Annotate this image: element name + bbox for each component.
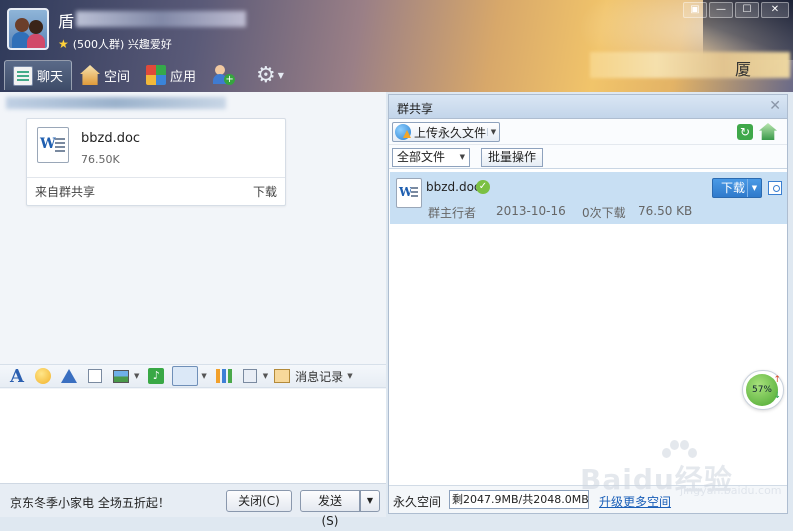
banner-text: 厦 <box>735 60 752 79</box>
maximize-button[interactable]: ☐ <box>735 2 759 18</box>
group-avatar[interactable] <box>7 8 49 50</box>
send-button[interactable]: 发送(S) <box>300 490 360 528</box>
message-input[interactable] <box>0 389 386 483</box>
home-icon <box>80 65 101 85</box>
panel-header: 群共享 ✕ <box>389 95 787 119</box>
chevron-down-icon: ▼ <box>459 153 465 161</box>
download-button[interactable]: 下载 ▼ <box>712 178 762 198</box>
ad-text[interactable]: 京东冬季小家电 全场五折起！ <box>10 494 170 511</box>
upload-permanent-button[interactable]: 上传永久文件 ▼ <box>392 122 500 142</box>
file-date: 2013-10-16 <box>496 204 566 218</box>
chevron-down-icon[interactable]: ▼ <box>134 372 139 380</box>
network-speed-widget[interactable]: 57% ↑ ↓ <box>742 370 784 410</box>
arrow-up-icon: ↑ <box>773 375 781 385</box>
tab-chat[interactable]: 聊天 <box>4 60 73 90</box>
preview-icon[interactable] <box>768 181 782 195</box>
send-options-button[interactable]: ▼ <box>360 490 380 512</box>
chat-icon <box>13 65 33 86</box>
star-icon: ★ <box>58 37 69 51</box>
music-button[interactable]: ♪ <box>145 366 167 386</box>
batch-operation-button[interactable]: 批量操作 <box>481 148 543 167</box>
download-link[interactable]: 下载 <box>253 183 277 200</box>
vote-button[interactable] <box>213 366 235 386</box>
image-icon <box>113 369 129 383</box>
chevron-down-icon[interactable]: ▼ <box>747 179 761 197</box>
message-sender-blur <box>6 97 226 109</box>
close-icon[interactable]: ✕ <box>769 98 781 114</box>
file-downloads: 0次下载 <box>582 206 626 220</box>
check-icon: ✓ <box>476 180 490 194</box>
group-member-info: ★ (500人群) 兴趣爱好 <box>58 37 172 51</box>
watermark-site: jingyan.baidu.com <box>680 484 782 497</box>
refresh-icon[interactable]: ↻ <box>737 124 753 140</box>
music-icon: ♪ <box>148 368 165 384</box>
filter-row: 全部文件 ▼ 批量操作 <box>389 145 787 169</box>
skin-button[interactable]: ▣ <box>683 2 707 18</box>
file-size: 76.50K <box>81 153 120 166</box>
chat-bottom-bar: 京东冬季小家电 全场五折起！ 关闭(C) 发送(S) ▼ <box>0 483 386 528</box>
window-controls: ▣ — ☐ ✕ <box>683 2 789 18</box>
history-icon[interactable] <box>274 369 291 383</box>
shake-icon <box>61 369 77 383</box>
close-window-button[interactable]: ✕ <box>761 2 789 18</box>
file-message-card[interactable]: W bbzd.doc 76.50K 来自群共享 下载 <box>26 118 286 206</box>
image-button[interactable] <box>110 366 132 386</box>
upload-globe-icon <box>395 124 411 140</box>
file-name: bbzd.doc <box>81 131 141 146</box>
more-button[interactable] <box>239 366 261 386</box>
shared-file-row[interactable]: W bbzd.doc ✓ 群主行者 2013-10-16 0次下载 76.50 … <box>390 172 787 224</box>
group-header: 盾 ★ (500人群) 兴趣爱好 ▣ — ☐ ✕ 厦 聊天 空间 应用 + ⚙ ▼ <box>0 0 793 92</box>
file-uploader: 群主行者 <box>428 206 477 220</box>
home-icon[interactable] <box>759 123 777 140</box>
shared-file-name: bbzd.doc <box>426 180 481 194</box>
baidu-watermark: Baidu经验 jingyan.baidu.com <box>580 440 782 500</box>
panel-title: 群共享 <box>397 102 434 116</box>
screenshot-icon <box>172 366 199 386</box>
chevron-down-icon[interactable]: ▼ <box>487 128 499 136</box>
file-filter-select[interactable]: 全部文件 ▼ <box>392 148 470 167</box>
emoji-icon <box>35 368 51 384</box>
chevron-down-icon[interactable]: ▼ <box>278 71 284 80</box>
screenshot-button[interactable] <box>171 366 199 386</box>
font-icon[interactable]: A <box>6 366 28 387</box>
grid-icon <box>242 369 257 383</box>
banner-blur <box>590 52 790 78</box>
apps-icon <box>146 65 167 85</box>
minimize-button[interactable]: — <box>709 2 733 18</box>
word-doc-icon: W <box>396 178 422 208</box>
chart-icon <box>215 369 232 383</box>
file-size: 76.50 KB <box>638 204 693 218</box>
close-button[interactable]: 关闭(C) <box>226 490 292 512</box>
chevron-down-icon[interactable]: ▼ <box>347 372 352 380</box>
invite-member-button[interactable]: + <box>204 60 242 90</box>
main-tabs: 聊天 空间 应用 + ⚙ ▼ <box>0 58 284 92</box>
tab-apps[interactable]: 应用 <box>138 60 204 90</box>
word-doc-icon: W <box>37 127 69 163</box>
add-member-icon: + <box>212 64 236 86</box>
gear-icon[interactable]: ⚙ <box>256 63 276 88</box>
chat-panel: W bbzd.doc 76.50K 来自群共享 下载 A ▼ ♪ ▼ ▼ 消息记… <box>0 92 386 528</box>
chevron-down-icon[interactable]: ▼ <box>201 372 206 380</box>
chevron-down-icon[interactable]: ▼ <box>263 372 268 380</box>
arrow-down-icon: ↓ <box>773 391 781 401</box>
shake-button[interactable] <box>58 366 80 386</box>
upload-row: 上传永久文件 ▼ ↻ <box>389 119 787 145</box>
group-name: 盾 <box>58 8 248 31</box>
emoji-button[interactable] <box>32 366 54 386</box>
tab-space[interactable]: 空间 <box>72 60 138 90</box>
message-history-button[interactable]: 消息记录 <box>295 368 343 385</box>
file-source: 来自群共享 <box>35 185 96 199</box>
input-toolbar: A ▼ ♪ ▼ ▼ 消息记录 ▼ <box>0 364 386 388</box>
note-button[interactable] <box>84 366 106 386</box>
storage-label: 永久空间 <box>393 495 442 509</box>
note-icon <box>88 369 102 383</box>
storage-quota: 剩2047.9MB/共2048.0MB <box>449 490 589 509</box>
